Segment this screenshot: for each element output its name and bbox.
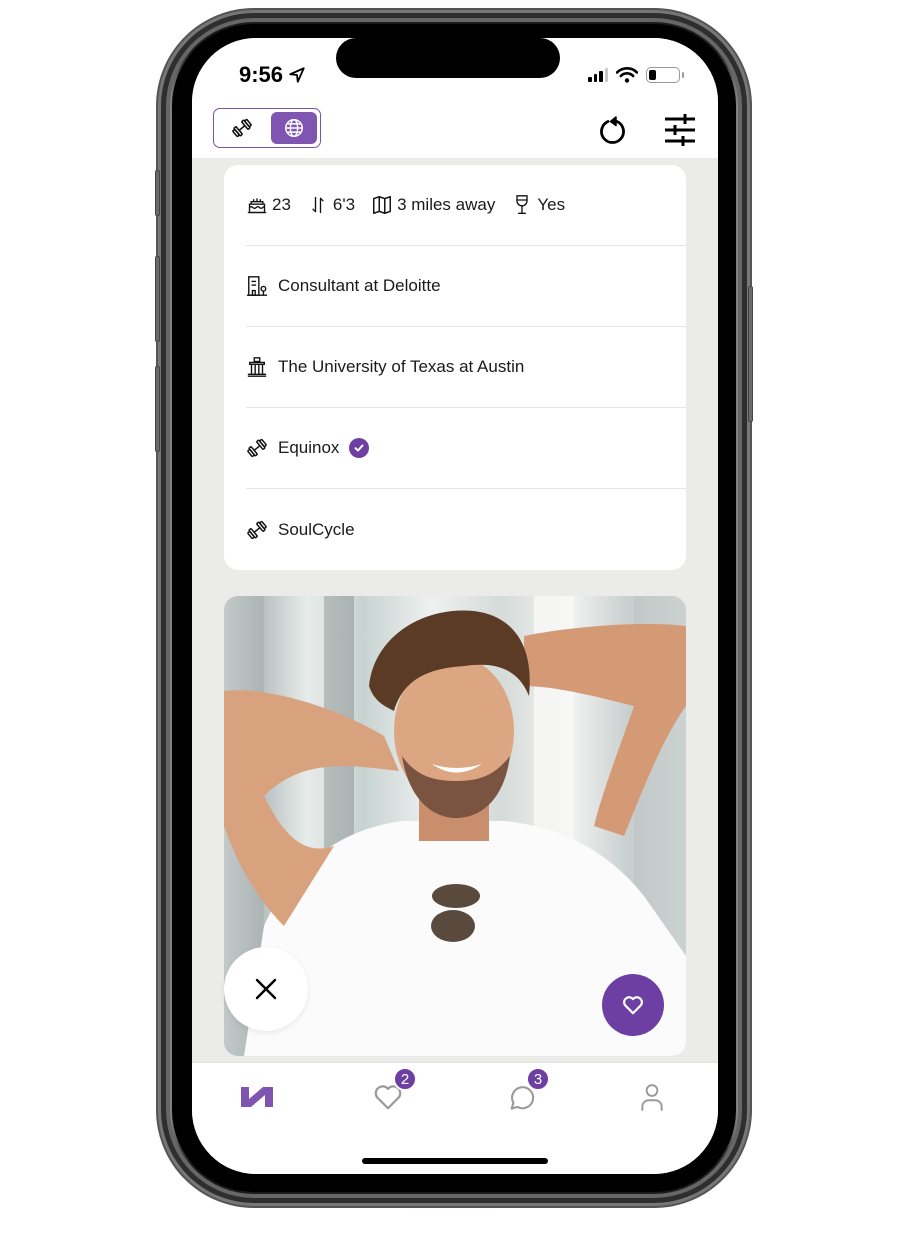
tab-likes[interactable]: 2 xyxy=(363,1067,417,1117)
power-button xyxy=(748,286,753,422)
filters-button[interactable] xyxy=(662,112,698,148)
dynamic-island xyxy=(336,38,560,78)
location-arrow-icon xyxy=(289,67,305,83)
height-icon xyxy=(307,194,329,216)
gym-row: SoulCycle xyxy=(246,489,686,570)
dumbbell-icon xyxy=(232,118,252,138)
job-text: Consultant at Deloitte xyxy=(278,276,441,295)
height-value: 6'3 xyxy=(332,195,356,214)
pass-button[interactable] xyxy=(224,947,308,1031)
drinking-stat: Yes xyxy=(511,194,565,216)
sliders-icon xyxy=(665,114,695,146)
undo-icon xyxy=(600,116,625,144)
distance-stat: 3 miles away xyxy=(371,194,495,216)
school-row: The University of Texas at Austin xyxy=(246,327,686,408)
drinking-value: Yes xyxy=(537,195,566,214)
profile-info-card: 23 6'3 3 miles away Yes Consultant at De… xyxy=(224,165,686,570)
school-text: The University of Texas at Austin xyxy=(278,357,525,376)
tab-profile[interactable] xyxy=(627,1077,677,1117)
messages-badge: 3 xyxy=(526,1067,550,1091)
globe-icon xyxy=(285,119,303,137)
time-text: 9:56 xyxy=(239,62,284,87)
height-stat: 6'3 xyxy=(307,194,355,216)
verified-badge-icon xyxy=(349,438,370,458)
university-icon xyxy=(246,356,268,378)
likes-badge: 2 xyxy=(393,1067,417,1091)
age-stat: 23 xyxy=(246,194,291,216)
gym-name: SoulCycle xyxy=(278,519,355,539)
like-button[interactable] xyxy=(602,974,664,1036)
distance-value: 3 miles away xyxy=(397,195,496,214)
birthday-cake-icon xyxy=(246,194,268,216)
volume-up-button xyxy=(155,256,160,342)
dumbbell-icon xyxy=(246,437,268,459)
cellular-signal-icon xyxy=(588,68,608,82)
mute-switch xyxy=(155,170,160,216)
gym-name: Equinox xyxy=(278,438,340,457)
wine-glass-icon xyxy=(511,194,533,216)
age-value: 23 xyxy=(272,195,291,214)
dumbbell-icon xyxy=(246,519,268,541)
stats-row: 23 6'3 3 miles away Yes xyxy=(246,165,686,246)
person-icon xyxy=(641,1084,663,1111)
map-icon xyxy=(371,194,393,216)
tab-messages[interactable]: 3 xyxy=(496,1067,550,1117)
undo-button[interactable] xyxy=(594,112,630,148)
heart-icon xyxy=(623,996,643,1015)
wifi-icon xyxy=(616,67,638,83)
status-time: 9:56 xyxy=(239,62,306,88)
mode-option-gym[interactable] xyxy=(217,112,267,144)
status-icons xyxy=(588,67,684,83)
home-indicator[interactable] xyxy=(362,1158,548,1164)
volume-down-button xyxy=(155,366,160,452)
mode-toggle[interactable] xyxy=(213,108,321,148)
close-icon xyxy=(255,978,277,1000)
mode-option-global[interactable] xyxy=(271,112,317,144)
job-row: Consultant at Deloitte xyxy=(246,246,686,327)
tab-home[interactable] xyxy=(232,1077,282,1117)
screen: 9:56 23 6'3 3 miles away Yes Consultant … xyxy=(192,38,718,1174)
battery-icon xyxy=(646,67,684,83)
app-logo-icon xyxy=(241,1087,273,1107)
gym-row: Equinox xyxy=(246,408,686,489)
office-building-icon xyxy=(246,275,268,297)
